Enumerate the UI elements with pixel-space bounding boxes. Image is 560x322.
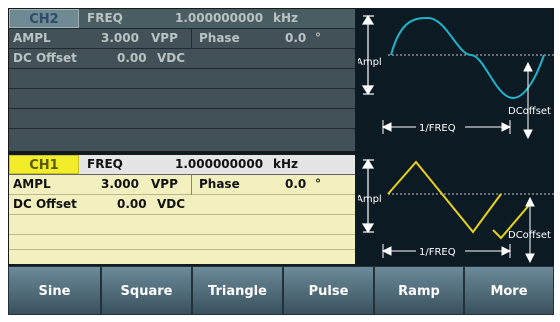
ch1-ampl-row: AMPL 3.000 VPP Phase 0.0 ° <box>9 175 355 195</box>
ch2-empty-row-4 <box>9 129 355 149</box>
ch1-dc-row: DC Offset 0.00 VDC <box>9 195 355 215</box>
ch1-period-caption: 1/FREQ <box>419 247 456 258</box>
softkey-square[interactable]: Square <box>101 266 192 315</box>
ch2-ampl-unit: VPP <box>151 31 178 45</box>
ch2-ampl-label: AMPL <box>13 31 51 45</box>
ch2-ampl-divider <box>191 29 192 49</box>
ch2-dc-row: DC Offset 0.00 VDC <box>9 49 355 69</box>
ch2-offset-marker <box>523 61 533 140</box>
ch1-waveform-preview: Ampl DCoffset 1/FREQ <box>358 154 554 265</box>
ch2-period-caption: 1/FREQ <box>419 123 456 134</box>
ch1-freq-row[interactable]: CH1 FREQ 1.000000000 kHz <box>9 155 355 175</box>
ch2-empty-row-3 <box>9 109 355 129</box>
ch2-freq-unit: kHz <box>273 11 299 25</box>
ch2-amplitude-marker <box>361 14 375 96</box>
ch2-ampl-caption: Ampl <box>358 57 382 68</box>
ch2-empty-row-1 <box>9 69 355 89</box>
ch2-empty-row-2 <box>9 89 355 109</box>
softkey-more[interactable]: More <box>464 266 554 315</box>
ch2-freq-row[interactable]: CH2 FREQ 1.000000000 kHz <box>9 9 355 29</box>
softkey-sine[interactable]: Sine <box>8 266 101 315</box>
softkey-bar: Sine Square Triangle Pulse Ramp More <box>8 266 554 315</box>
ch1-offset-caption: DCoffset <box>508 230 551 241</box>
ch1-freq-unit: kHz <box>273 157 299 171</box>
ch2-ampl-value[interactable]: 3.000 <box>101 31 139 45</box>
ch2-freq-value[interactable]: 1.000000000 <box>175 11 263 25</box>
ch2-phase-unit: ° <box>315 31 321 45</box>
ch1-ampl-label: AMPL <box>13 177 51 191</box>
ch2-phase-label: Phase <box>199 31 240 45</box>
ch1-badge[interactable]: CH1 <box>9 155 79 174</box>
softkey-triangle[interactable]: Triangle <box>192 266 283 315</box>
ch1-empty-row-3 <box>9 245 355 265</box>
ch1-dc-label: DC Offset <box>13 197 77 211</box>
generator-screen: CH2 FREQ 1.000000000 kHz AMPL 3.000 VPP … <box>8 8 554 315</box>
ch2-freq-label: FREQ <box>87 11 123 25</box>
ch2-dc-label: DC Offset <box>13 51 77 65</box>
ch2-sine-wave <box>390 16 545 100</box>
ch1-ampl-unit: VPP <box>151 177 178 191</box>
ch2-badge[interactable]: CH2 <box>9 9 79 28</box>
ch2-ampl-row: AMPL 3.000 VPP Phase 0.0 ° <box>9 29 355 49</box>
ch1-ampl-divider <box>191 175 192 195</box>
ch1-dc-unit: VDC <box>157 197 186 211</box>
ch2-offset-caption: DCoffset <box>508 106 551 117</box>
ch1-triangle-wave <box>387 160 502 234</box>
ch1-phase-unit: ° <box>315 177 321 191</box>
ch1-freq-value[interactable]: 1.000000000 <box>175 157 263 171</box>
ch2-panel: CH2 FREQ 1.000000000 kHz AMPL 3.000 VPP … <box>8 8 356 152</box>
ch1-dc-value[interactable]: 0.00 <box>117 197 147 211</box>
ch1-ampl-value[interactable]: 3.000 <box>101 177 139 191</box>
ch1-freq-label: FREQ <box>87 157 123 171</box>
ch2-dc-unit: VDC <box>157 51 186 65</box>
softkey-ramp[interactable]: Ramp <box>374 266 464 315</box>
ch1-panel: CH1 FREQ 1.000000000 kHz AMPL 3.000 VPP … <box>8 154 356 265</box>
ch1-phase-value[interactable]: 0.0 <box>285 177 306 191</box>
ch2-phase-value[interactable]: 0.0 <box>285 31 306 45</box>
ch1-phase-label: Phase <box>199 177 240 191</box>
ch2-dc-value[interactable]: 0.00 <box>117 51 147 65</box>
softkey-pulse[interactable]: Pulse <box>283 266 374 315</box>
ch2-waveform-preview: Ampl DCoffset 1/FREQ <box>358 8 554 152</box>
ch1-ampl-caption: Ampl <box>358 194 382 205</box>
